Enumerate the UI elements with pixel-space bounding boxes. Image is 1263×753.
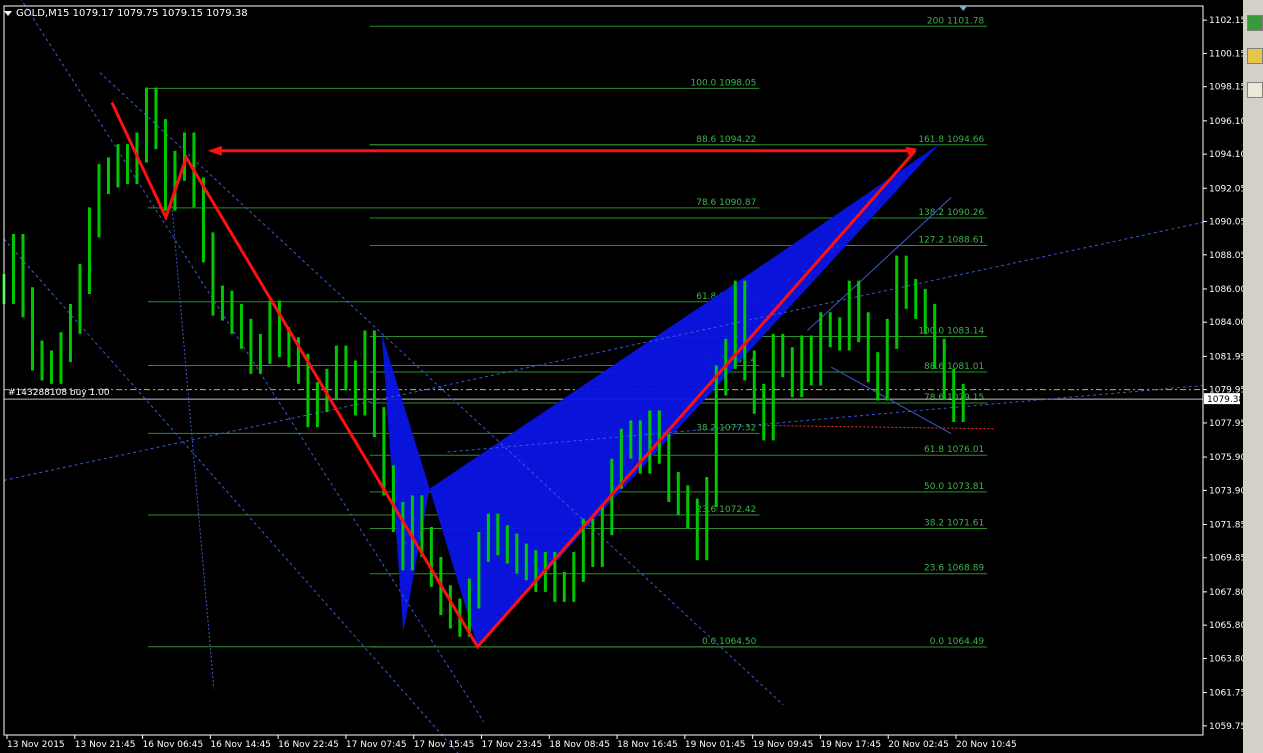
fib-level-label: 161.8 1094.66 — [918, 135, 984, 145]
symbol-timeframe: GOLD,M15 — [16, 8, 70, 19]
trade-label[interactable]: #143288108 buy 1.00 — [8, 388, 110, 398]
shift-marker-icon — [959, 6, 968, 11]
x-tick-label: 17 Nov 23:45 — [482, 740, 543, 750]
y-tick-label: 1092.05 — [1209, 184, 1246, 194]
fib-level-label: 23.6 1068.89 — [924, 564, 984, 574]
y-tick-label: 1086.00 — [1209, 285, 1246, 295]
fib-level-label: 100.0 1098.05 — [691, 78, 757, 88]
y-tick-label: 1061.75 — [1209, 689, 1246, 699]
chart-menu-icon[interactable] — [4, 10, 12, 16]
fib-level-label: 127.2 1088.61 — [918, 236, 984, 246]
fib-level-label: 0.0 1064.49 — [930, 637, 985, 647]
y-tick-label: 1096.10 — [1209, 117, 1246, 127]
y-tick-label: 1088.05 — [1209, 251, 1246, 261]
y-tick-label: 1075.90 — [1209, 453, 1246, 463]
x-tick-label: 20 Nov 02:45 — [888, 740, 949, 750]
plot-frame — [3, 5, 1204, 736]
y-tick-label: 1102.15 — [1209, 16, 1246, 26]
chart-header: GOLD,M15 1079.17 1079.75 1079.15 1079.38 — [4, 8, 248, 19]
y-tick-label: 1098.15 — [1209, 83, 1246, 93]
toolbar-panel-icon[interactable] — [1247, 82, 1263, 98]
x-tick-label: 19 Nov 01:45 — [685, 740, 746, 750]
pattern-xab-triangle — [381, 333, 430, 632]
trend-line — [20, 0, 485, 722]
x-tick-label: 18 Nov 08:45 — [549, 740, 610, 750]
x-tick-label: 19 Nov 17:45 — [820, 740, 881, 750]
fib-level-label: 50.0 1073.81 — [924, 482, 984, 492]
fib-level-label: 200 1101.78 — [927, 16, 985, 26]
fib-level-label: 61.8 1076.01 — [924, 445, 984, 455]
y-tick-label: 1067.80 — [1209, 588, 1246, 598]
toolbar-green-icon[interactable] — [1247, 15, 1263, 31]
x-tick-label: 16 Nov 06:45 — [143, 740, 204, 750]
y-tick-label: 1063.80 — [1209, 654, 1246, 664]
pattern-bcd-triangle — [429, 144, 940, 647]
y-tick-label: 1071.85 — [1209, 520, 1246, 530]
fib-level-label: 0.0 1064.50 — [702, 637, 757, 647]
trend-line — [171, 205, 215, 689]
y-tick-label: 1077.95 — [1209, 419, 1246, 429]
fib-level-label: 38.2 1071.61 — [924, 518, 984, 528]
arrow-head-icon — [207, 145, 222, 156]
x-tick-label: 13 Nov 21:45 — [75, 740, 136, 750]
y-tick-label: 1100.15 — [1209, 49, 1246, 59]
x-tick-label: 13 Nov 2015 — [7, 740, 65, 750]
y-tick-label: 1065.80 — [1209, 621, 1246, 631]
fib-level-label: 138.2 1090.26 — [918, 208, 984, 218]
current-price-label: 1079.38 — [1207, 395, 1244, 405]
fib-level-label: 38.2 1077.32 — [696, 423, 756, 433]
fib-level-label: 78.6 1090.87 — [696, 198, 756, 208]
x-tick-label: 19 Nov 09:45 — [753, 740, 814, 750]
side-toolbar — [1243, 0, 1263, 753]
x-tick-label: 17 Nov 15:45 — [414, 740, 475, 750]
toolbar-folder-icon[interactable] — [1247, 48, 1263, 64]
x-tick-label: 16 Nov 22:45 — [278, 740, 339, 750]
fib-level-label: 23.6 1072.42 — [696, 505, 756, 515]
y-tick-label: 1084.00 — [1209, 318, 1246, 328]
stop-line — [759, 424, 994, 430]
x-tick-label: 18 Nov 16:45 — [617, 740, 678, 750]
x-tick-label: 17 Nov 07:45 — [346, 740, 407, 750]
y-tick-label: 1090.05 — [1209, 218, 1246, 228]
ohlc-values: 1079.17 1079.75 1079.15 1079.38 — [72, 8, 248, 19]
fib-level-label: 100.0 1083.14 — [918, 327, 984, 337]
y-tick-label: 1081.95 — [1209, 352, 1246, 362]
fib-level-label: 88.6 1094.22 — [696, 135, 756, 145]
y-tick-label: 1094.10 — [1209, 150, 1246, 160]
y-tick-label: 1069.85 — [1209, 554, 1246, 564]
chart-canvas[interactable]: 200 1101.78 100.0 1098.05 88.6 1094.22 161.… — [0, 0, 1263, 753]
y-tick-label: 1073.90 — [1209, 486, 1246, 496]
x-tick-label: 16 Nov 14:45 — [210, 740, 271, 750]
x-tick-label: 20 Nov 10:45 — [956, 740, 1017, 750]
y-tick-label: 1059.75 — [1209, 722, 1246, 732]
